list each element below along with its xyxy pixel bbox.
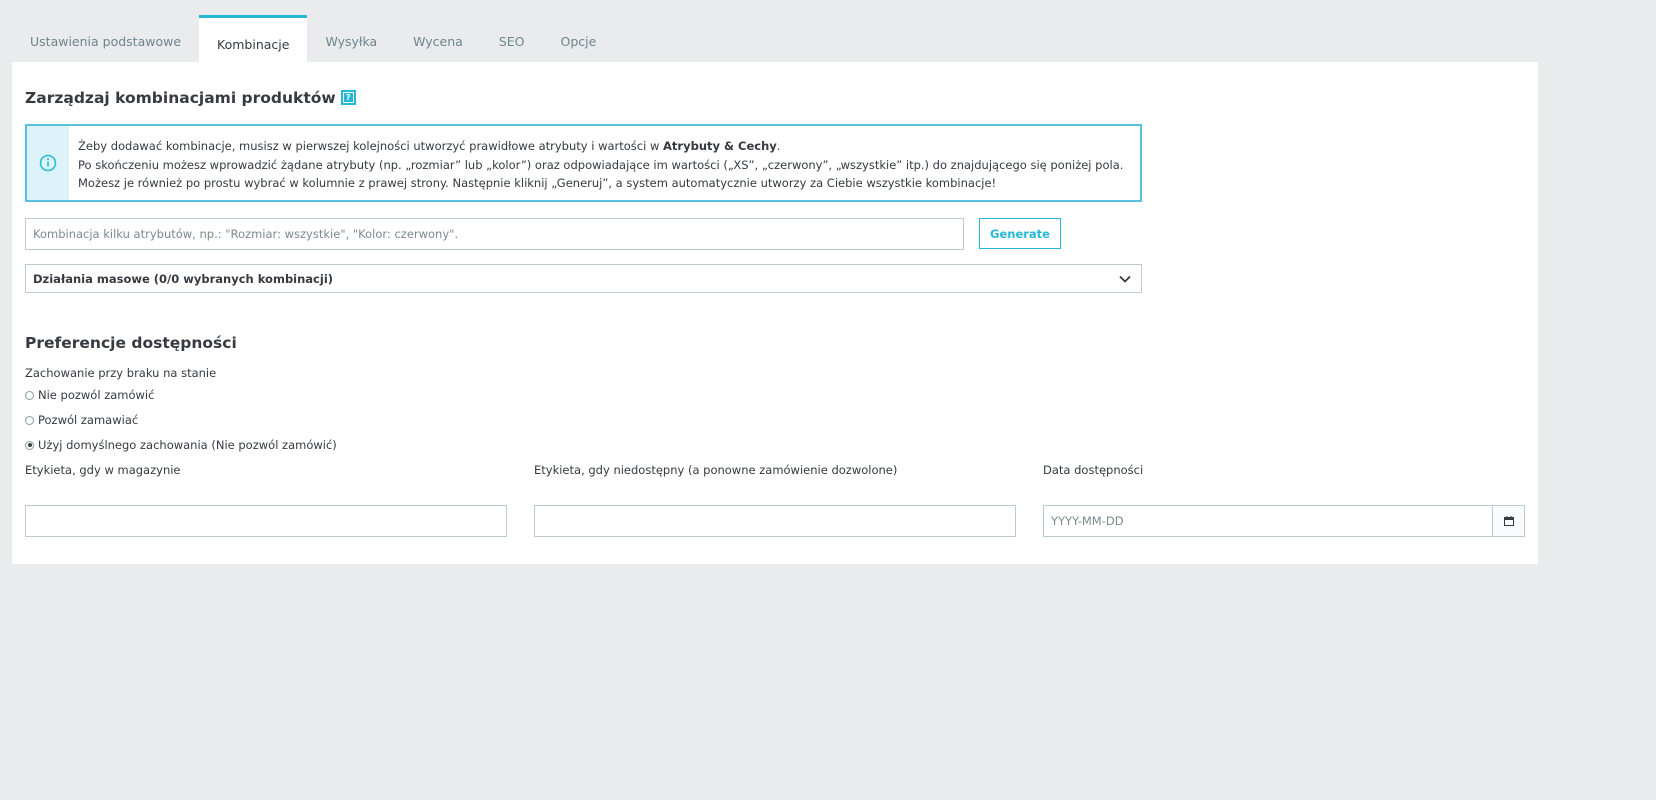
- alert-line-1: Żeby dodawać kombinacje, musisz w pierws…: [78, 137, 1123, 156]
- combinations-attribute-input[interactable]: [25, 218, 964, 250]
- availability-date-field: [1043, 505, 1525, 537]
- availability-date-input[interactable]: [1044, 506, 1492, 536]
- chevron-down-icon: [1119, 275, 1131, 283]
- radio-deny-orders-label: Nie pozwól zamówić: [38, 388, 155, 402]
- radio-deny-orders[interactable]: Nie pozwól zamówić: [25, 388, 154, 402]
- oos-behaviour-label: Zachowanie przy braku na stanie: [25, 366, 217, 380]
- label-oos-input[interactable]: [534, 505, 1016, 537]
- radio-circle[interactable]: [25, 415, 34, 425]
- radio-default-behaviour-label: Użyj domyślnego zachowania (Nie pozwól z…: [38, 438, 337, 452]
- calendar-button[interactable]: [1492, 506, 1524, 536]
- attributes-link-text: Atrybuty & Cechy: [663, 139, 777, 153]
- label-in-stock-input[interactable]: [25, 505, 507, 537]
- alert-icon-area: [27, 126, 69, 200]
- bulk-actions-label: Działania masowe (0/0 wybranych kombinac…: [33, 271, 334, 286]
- combinations-panel: Zarządzaj kombinacjami produktów? Żeby d…: [12, 62, 1538, 564]
- product-tabs: Ustawienia podstawowe Kombinacje Wysyłka…: [12, 15, 614, 62]
- tab-seo[interactable]: SEO: [481, 15, 543, 62]
- info-circle-icon: [39, 154, 57, 172]
- radio-allow-orders[interactable]: Pozwól zamawiać: [25, 413, 138, 427]
- alert-line-2: Po skończeniu możesz wprowadzić żądane a…: [78, 157, 1124, 172]
- label-oos-label: Etykieta, gdy niedostępny (a ponowne zam…: [534, 463, 898, 477]
- combinations-title-text: Zarządzaj kombinacjami produktów: [25, 89, 336, 107]
- generate-button[interactable]: Generate: [979, 218, 1061, 249]
- tab-shipping[interactable]: Wysyłka: [307, 15, 395, 62]
- alert-text: Żeby dodawać kombinacje, musisz w pierws…: [69, 126, 1123, 200]
- radio-circle-checked[interactable]: [25, 440, 34, 450]
- info-alert: Żeby dodawać kombinacje, musisz w pierws…: [25, 124, 1142, 202]
- alert-line-1-post: .: [776, 139, 781, 153]
- combinations-title: Zarządzaj kombinacjami produktów?: [25, 88, 356, 107]
- bulk-actions-dropdown[interactable]: Działania masowe (0/0 wybranych kombinac…: [25, 264, 1142, 293]
- question-icon[interactable]: ?: [340, 90, 356, 105]
- label-in-stock-label: Etykieta, gdy w magazynie: [25, 463, 181, 477]
- availability-date-label: Data dostępności: [1043, 463, 1144, 477]
- availability-title: Preferencje dostępności: [25, 334, 237, 352]
- alert-line-3: Możesz je również po prostu wybrać w kol…: [78, 176, 997, 190]
- radio-default-behaviour[interactable]: Użyj domyślnego zachowania (Nie pozwól z…: [25, 438, 337, 452]
- tab-pricing[interactable]: Wycena: [395, 15, 481, 62]
- tab-combinations[interactable]: Kombinacje: [199, 15, 308, 62]
- radio-allow-orders-label: Pozwól zamawiać: [38, 413, 139, 427]
- tab-options[interactable]: Opcje: [543, 15, 615, 62]
- tab-basic-settings[interactable]: Ustawienia podstawowe: [12, 15, 199, 62]
- alert-line-1-pre: Żeby dodawać kombinacje, musisz w pierws…: [78, 139, 664, 153]
- radio-circle[interactable]: [25, 390, 34, 400]
- calendar-icon: [1503, 516, 1514, 526]
